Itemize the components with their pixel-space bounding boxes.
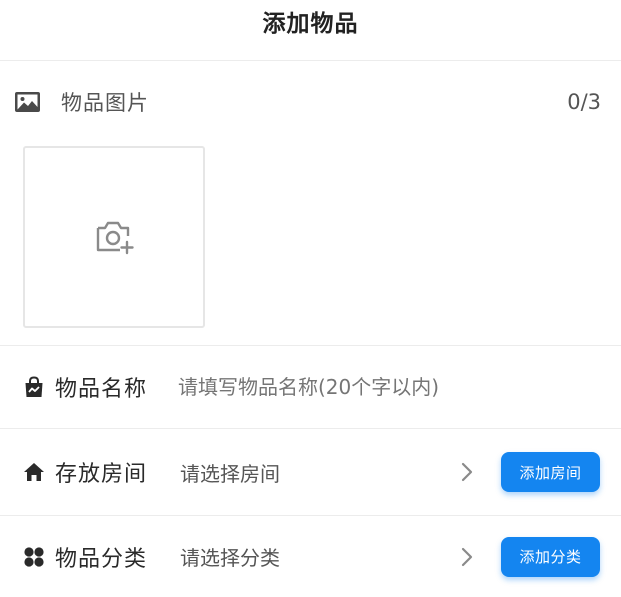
item-image-header: 物品图片 0/3	[14, 87, 601, 117]
bag-icon	[23, 376, 45, 398]
item-name-input[interactable]	[178, 375, 598, 399]
add-item-page: 添加物品 物品图片 0/3 物品名称 请填写物品名称(20个字以内) 存放房间 …	[0, 0, 621, 597]
image-count: 0/3	[567, 90, 601, 114]
chevron-right-icon[interactable]	[460, 461, 474, 483]
item-image-label: 物品图片	[61, 91, 149, 115]
item-name-label: 物品名称	[55, 377, 148, 402]
storage-room-row: 存放房间 请选择房间 添加房间	[0, 429, 621, 516]
category-icon	[23, 546, 45, 568]
image-upload-button[interactable]	[23, 146, 205, 328]
storage-room-label: 存放房间	[55, 462, 148, 487]
category-select[interactable]: 请选择分类	[180, 542, 280, 571]
item-name-row: 物品名称	[0, 346, 621, 429]
category-label: 物品分类	[55, 546, 148, 572]
image-icon	[14, 91, 41, 113]
chevron-right-icon[interactable]	[460, 546, 474, 568]
room-select[interactable]: 请选择房间	[180, 458, 280, 487]
add-room-button[interactable]: 添加房间	[501, 452, 600, 492]
category-row: 物品分类 请选择分类 添加分类	[0, 516, 621, 597]
item-image-section: 物品图片 0/3	[0, 61, 621, 346]
page-header: 添加物品	[0, 0, 621, 61]
camera-add-icon	[94, 219, 134, 255]
page-title: 添加物品	[262, 11, 359, 37]
add-category-button[interactable]: 添加分类	[501, 536, 600, 577]
home-icon	[23, 461, 45, 483]
